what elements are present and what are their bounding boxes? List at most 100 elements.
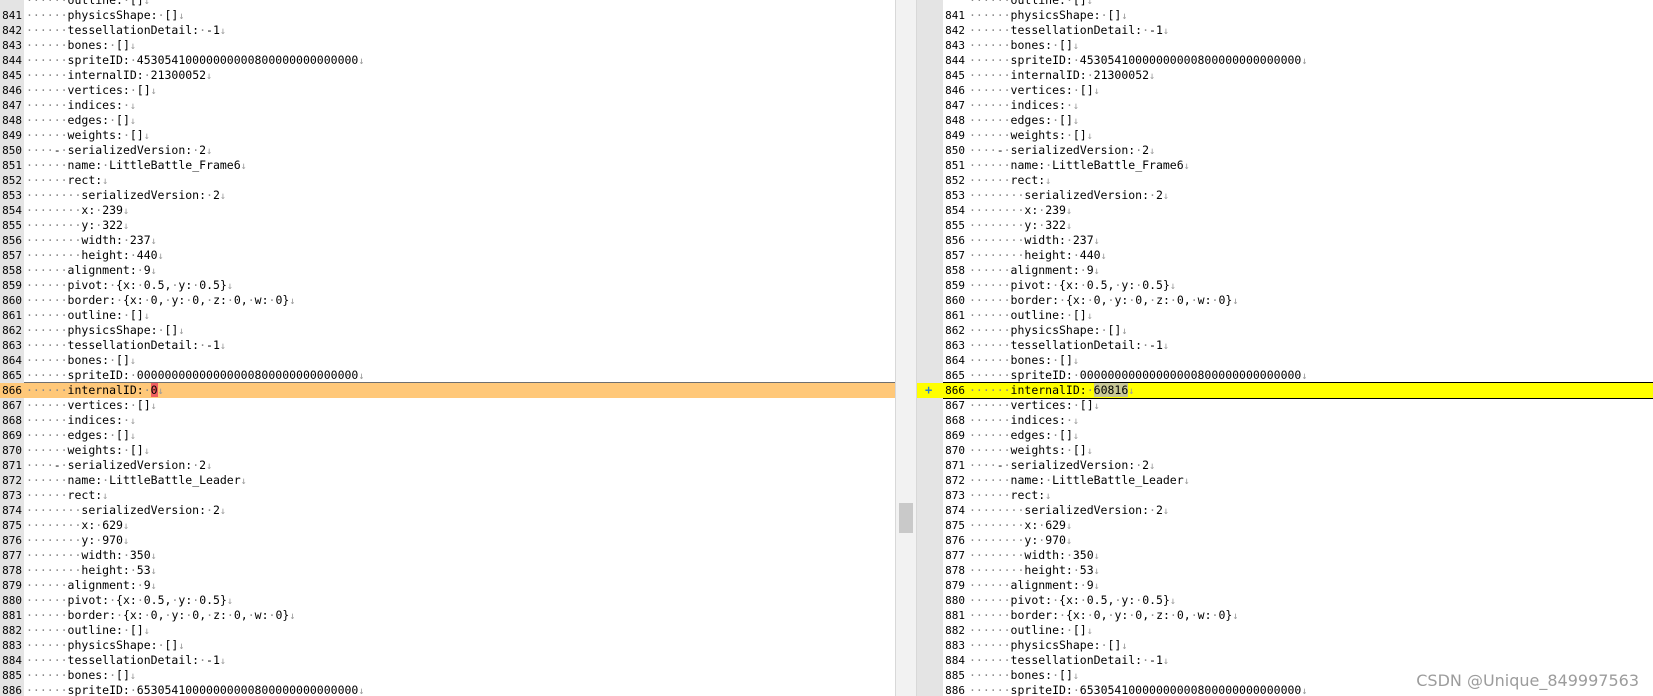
code-line[interactable]: 873 ······rect:↓ [0, 488, 895, 503]
right-editor-pane[interactable]: ······outline:·[]↓ 841 ······physicsShape:… [917, 0, 1653, 696]
code-line[interactable]: 853 ········serializedVersion:·2↓ [0, 188, 895, 203]
code-line[interactable]: 883 ······physicsShape:·[]↓ [917, 638, 1653, 653]
code-line[interactable]: 870 ······weights:·[]↓ [0, 443, 895, 458]
code-line[interactable]: 847 ······indices:·↓ [917, 98, 1653, 113]
line-text: ······vertices:·[]↓ [26, 83, 157, 97]
code-line[interactable]: 851 ······name:·LittleBattle_Frame6↓ [917, 158, 1653, 173]
code-line[interactable]: 859 ······pivot:·{x:·0.5,·y:·0.5}↓ [0, 278, 895, 293]
code-line[interactable]: 849 ······weights:·[]↓ [917, 128, 1653, 143]
code-line[interactable]: 855 ········y:·322↓ [917, 218, 1653, 233]
code-line[interactable]: 875 ········x:·629↓ [0, 518, 895, 533]
code-line[interactable]: 845 ······internalID:·21300052↓ [0, 68, 895, 83]
code-line[interactable]: 870 ······weights:·[]↓ [917, 443, 1653, 458]
code-line[interactable]: 880 ······pivot:·{x:·0.5,·y:·0.5}↓ [0, 593, 895, 608]
code-line[interactable]: 842 ······tessellationDetail:·-1↓ [0, 23, 895, 38]
code-line[interactable]: 884 ······tessellationDetail:·-1↓ [917, 653, 1653, 668]
code-line[interactable]: 856 ········width:·237↓ [917, 233, 1653, 248]
code-line[interactable]: 856 ········width:·237↓ [0, 233, 895, 248]
code-line[interactable]: 873 ······rect:↓ [917, 488, 1653, 503]
code-line[interactable]: 882 ······outline:·[]↓ [917, 623, 1653, 638]
code-line[interactable]: 865 ······spriteID:·000000000000000008000… [917, 368, 1653, 383]
code-line[interactable]: 872 ······name:·LittleBattle_Leader↓ [917, 473, 1653, 488]
code-line[interactable]: 868 ······indices:·↓ [917, 413, 1653, 428]
code-line[interactable]: 844 ······spriteID:·453054100000000008000… [0, 53, 895, 68]
code-line[interactable]: 883 ······physicsShape:·[]↓ [0, 638, 895, 653]
code-line[interactable]: 853 ········serializedVersion:·2↓ [917, 188, 1653, 203]
code-line[interactable]: 845 ······internalID:·21300052↓ [917, 68, 1653, 83]
code-line[interactable]: 863 ······tessellationDetail:·-1↓ [917, 338, 1653, 353]
code-line[interactable]: 841 ······physicsShape:·[]↓ [0, 8, 895, 23]
code-line[interactable]: 862 ······physicsShape:·[]↓ [0, 323, 895, 338]
code-line[interactable]: 876 ········y:·970↓ [0, 533, 895, 548]
code-line[interactable]: 846 ······vertices:·[]↓ [0, 83, 895, 98]
code-line[interactable]: 859 ······pivot:·{x:·0.5,·y:·0.5}↓ [917, 278, 1653, 293]
code-line[interactable]: 864 ······bones:·[]↓ [917, 353, 1653, 368]
code-line[interactable]: 849 ······weights:·[]↓ [0, 128, 895, 143]
code-line[interactable]: 871 ····-·serializedVersion:·2↓ [0, 458, 895, 473]
code-line[interactable]: 850 ····-·serializedVersion:·2↓ [917, 143, 1653, 158]
code-line[interactable]: 860 ······border:·{x:·0,·y:·0,·z:·0,·w:·0… [917, 293, 1653, 308]
code-line[interactable]: 871 ····-·serializedVersion:·2↓ [917, 458, 1653, 473]
code-line[interactable]: 862 ······physicsShape:·[]↓ [917, 323, 1653, 338]
code-line[interactable]: 874 ········serializedVersion:·2↓ [0, 503, 895, 518]
code-line[interactable]: 843 ······bones:·[]↓ [0, 38, 895, 53]
code-line[interactable]: 844 ······spriteID:·453054100000000008000… [917, 53, 1653, 68]
code-line[interactable]: 860 ······border:·{x:·0,·y:·0,·z:·0,·w:·0… [0, 293, 895, 308]
code-line[interactable]: 857 ········height:·440↓ [917, 248, 1653, 263]
code-line[interactable]: 881 ······border:·{x:·0,·y:·0,·z:·0,·w:·0… [917, 608, 1653, 623]
code-line[interactable]: 872 ······name:·LittleBattle_Leader↓ [0, 473, 895, 488]
code-line[interactable]: 874 ········serializedVersion:·2↓ [917, 503, 1653, 518]
code-line[interactable]: 857 ········height:·440↓ [0, 248, 895, 263]
code-line[interactable]: 848 ······edges:·[]↓ [0, 113, 895, 128]
diff-highlighted-line[interactable]: +866 ······internalID:·60816↓ [917, 382, 1653, 399]
code-line[interactable]: 878 ········height:·53↓ [917, 563, 1653, 578]
code-line[interactable]: 869 ······edges:·[]↓ [917, 428, 1653, 443]
code-line[interactable]: ······outline:·[]↓ [917, 0, 1653, 8]
code-line[interactable]: 880 ······pivot:·{x:·0.5,·y:·0.5}↓ [917, 593, 1653, 608]
code-line[interactable]: 850 ····-·serializedVersion:·2↓ [0, 143, 895, 158]
left-editor-pane[interactable]: ······outline:·[]↓ 841 ······physicsShape:… [0, 0, 895, 696]
code-line[interactable]: 867 ······vertices:·[]↓ [0, 398, 895, 413]
code-line[interactable]: 875 ········x:·629↓ [917, 518, 1653, 533]
code-line[interactable]: 884 ······tessellationDetail:·-1↓ [0, 653, 895, 668]
pane-splitter[interactable] [895, 0, 917, 696]
vertical-scrollbar-thumb[interactable] [899, 503, 913, 533]
code-line[interactable]: 861 ······outline:·[]↓ [0, 308, 895, 323]
code-line[interactable]: 864 ······bones:·[]↓ [0, 353, 895, 368]
code-line[interactable]: 852 ······rect:↓ [0, 173, 895, 188]
code-line[interactable]: 847 ······indices:·↓ [0, 98, 895, 113]
code-line[interactable]: 865 ······spriteID:·000000000000000008000… [0, 368, 895, 383]
code-line[interactable]: 848 ······edges:·[]↓ [917, 113, 1653, 128]
code-line[interactable]: 869 ······edges:·[]↓ [0, 428, 895, 443]
code-line[interactable]: 886 ······spriteID:·653054100000000008000… [0, 683, 895, 696]
code-line[interactable]: 842 ······tessellationDetail:·-1↓ [917, 23, 1653, 38]
plus-icon[interactable]: + [925, 383, 932, 398]
code-line[interactable]: 868 ······indices:·↓ [0, 413, 895, 428]
code-line[interactable]: 858 ······alignment:·9↓ [917, 263, 1653, 278]
code-line[interactable]: 878 ········height:·53↓ [0, 563, 895, 578]
code-line[interactable]: 854 ········x:·239↓ [917, 203, 1653, 218]
code-line[interactable]: 846 ······vertices:·[]↓ [917, 83, 1653, 98]
code-line[interactable]: 843 ······bones:·[]↓ [917, 38, 1653, 53]
code-line[interactable]: 877 ········width:·350↓ [917, 548, 1653, 563]
code-line[interactable]: 876 ········y:·970↓ [917, 533, 1653, 548]
code-line[interactable]: 854 ········x:·239↓ [0, 203, 895, 218]
code-line[interactable]: 861 ······outline:·[]↓ [917, 308, 1653, 323]
code-line[interactable]: 879 ······alignment:·9↓ [917, 578, 1653, 593]
code-line[interactable]: 851 ······name:·LittleBattle_Frame6↓ [0, 158, 895, 173]
line-number: 860 [945, 294, 965, 307]
line-text: ······vertices:·[]↓ [26, 398, 157, 412]
diff-highlighted-line[interactable]: 866 ······internalID:·0↓ [0, 382, 895, 398]
code-line[interactable]: 855 ········y:·322↓ [0, 218, 895, 233]
code-line[interactable]: 841 ······physicsShape:·[]↓ [917, 8, 1653, 23]
code-line[interactable]: 882 ······outline:·[]↓ [0, 623, 895, 638]
code-line[interactable]: ······outline:·[]↓ [0, 0, 895, 8]
code-line[interactable]: 852 ······rect:↓ [917, 173, 1653, 188]
code-line[interactable]: 877 ········width:·350↓ [0, 548, 895, 563]
code-line[interactable]: 863 ······tessellationDetail:·-1↓ [0, 338, 895, 353]
code-line[interactable]: 881 ······border:·{x:·0,·y:·0,·z:·0,·w:·0… [0, 608, 895, 623]
code-line[interactable]: 867 ······vertices:·[]↓ [917, 398, 1653, 413]
code-line[interactable]: 879 ······alignment:·9↓ [0, 578, 895, 593]
code-line[interactable]: 858 ······alignment:·9↓ [0, 263, 895, 278]
code-line[interactable]: 885 ······bones:·[]↓ [0, 668, 895, 683]
